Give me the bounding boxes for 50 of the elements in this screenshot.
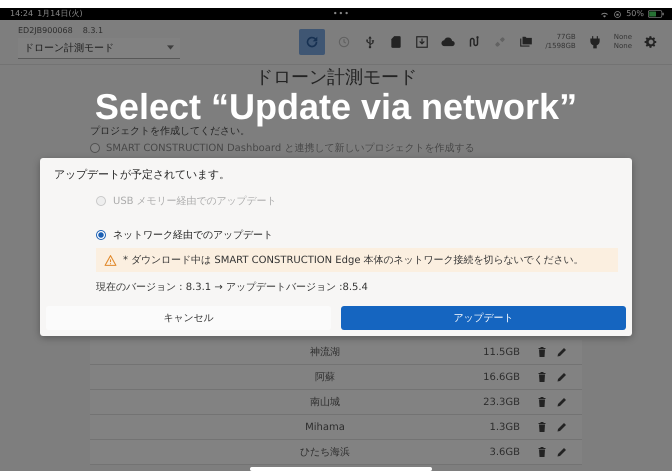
project-name: 阿蘇 — [314, 370, 336, 384]
folders-icon[interactable] — [519, 35, 534, 49]
refresh-icon[interactable] — [299, 29, 326, 55]
pencil-icon[interactable] — [556, 346, 568, 358]
settings-icon[interactable] — [644, 35, 658, 49]
project-size: 23.3GB — [482, 396, 520, 408]
project-name: ひたち海浜 — [299, 446, 351, 459]
trash-icon[interactable] — [536, 346, 548, 358]
plug-icon[interactable] — [588, 35, 602, 49]
version-info: 現在のバージョン : 8.3.1 → アップデートバージョン :8.5.4 — [96, 280, 369, 294]
cancel-button[interactable]: キャンセル — [46, 306, 331, 330]
project-size: 11.5GB — [482, 346, 520, 358]
route-icon[interactable] — [467, 35, 482, 49]
trash-icon[interactable] — [536, 371, 548, 383]
cloud-icon[interactable] — [441, 35, 456, 49]
page-title: ドローン計測モード — [254, 67, 418, 89]
trash-icon[interactable] — [536, 446, 548, 458]
radio-button[interactable] — [90, 143, 100, 153]
project-name: 神流湖 — [309, 346, 341, 359]
option-label: USB メモリー経由でのアップデート — [113, 194, 277, 208]
trash-icon[interactable] — [536, 421, 548, 433]
option-label: ネットワーク経由でのアップデート — [113, 228, 273, 242]
software-version: 8.3.1 — [82, 26, 104, 34]
caret-icon — [167, 45, 174, 50]
battery-percent: 50% — [626, 9, 644, 19]
trash-icon[interactable] — [536, 396, 548, 408]
project-size: 3.6GB — [488, 446, 520, 458]
device-id: ED2JB900068 — [18, 26, 73, 34]
prompt-text: プロジェクトを作成してください。 — [90, 126, 250, 138]
project-name: Mihama — [304, 422, 346, 432]
status-time: 14:24 — [10, 9, 34, 19]
pencil-icon[interactable] — [556, 421, 568, 433]
warning-text: * ダウンロード中は SMART CONSTRUCTION Edge 本体のネットワーク接続を切らないでください。 — [123, 254, 584, 267]
multitask-dots: ••• — [332, 9, 350, 19]
project-size: 1.3GB — [488, 422, 520, 432]
pencil-icon[interactable] — [556, 446, 568, 458]
battery-icon — [648, 10, 664, 18]
download-box-icon[interactable] — [415, 35, 430, 49]
radio-button[interactable] — [96, 230, 106, 240]
pencil-icon[interactable] — [556, 396, 568, 408]
rotation-lock-icon — [613, 10, 622, 18]
warning-icon — [104, 254, 117, 266]
pencil-icon[interactable] — [556, 371, 568, 383]
status-date: 1月14日(火) — [37, 9, 83, 19]
project-name: 南山城 — [309, 396, 341, 409]
sd-card-icon[interactable] — [389, 35, 404, 49]
update-button[interactable]: アップデート — [341, 306, 626, 330]
tutorial-caption: Select “Update via network” — [94, 89, 578, 125]
project-size: 16.6GB — [482, 372, 520, 382]
dialog-title: アップデートが予定されています。 — [54, 167, 231, 183]
